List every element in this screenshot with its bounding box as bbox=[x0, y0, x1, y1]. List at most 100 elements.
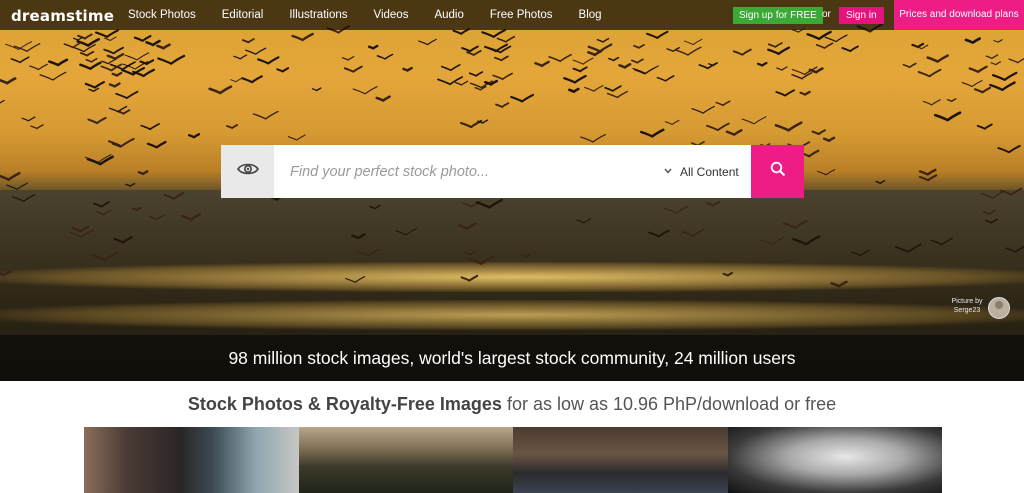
bird-silhouette bbox=[343, 65, 363, 73]
bird-silhouette bbox=[311, 87, 322, 92]
bird-silhouette bbox=[85, 57, 98, 63]
top-navigation: dreamstime Stock Photos Editorial Illust… bbox=[0, 0, 1024, 30]
bird-silhouette bbox=[369, 204, 381, 210]
bird-silhouette bbox=[287, 134, 306, 141]
featured-image-woman-sunglasses[interactable] bbox=[84, 427, 299, 493]
bird-silhouette bbox=[493, 55, 509, 62]
bird-silhouette bbox=[402, 66, 413, 72]
nav-blog[interactable]: Blog bbox=[579, 9, 602, 21]
bird-silhouette bbox=[92, 252, 118, 262]
visual-search-button[interactable] bbox=[221, 145, 274, 198]
bird-silhouette bbox=[63, 41, 83, 49]
bird-silhouette bbox=[706, 122, 730, 132]
bird-silhouette bbox=[208, 85, 233, 95]
nav-videos[interactable]: Videos bbox=[374, 9, 409, 21]
bird-silhouette bbox=[774, 121, 803, 132]
nav-illustrations[interactable]: Illustrations bbox=[289, 9, 347, 21]
bird-silhouette bbox=[990, 61, 1002, 66]
bird-silhouette bbox=[534, 60, 550, 68]
bird-silhouette bbox=[30, 124, 44, 130]
bird-silhouette bbox=[572, 66, 588, 73]
bird-silhouette bbox=[993, 39, 1003, 43]
nav-free-photos[interactable]: Free Photos bbox=[490, 9, 553, 21]
bird-silhouette bbox=[163, 192, 185, 200]
bird-silhouette bbox=[133, 35, 152, 43]
bird-silhouette bbox=[776, 66, 788, 71]
bird-silhouette bbox=[460, 274, 479, 282]
bird-silhouette bbox=[991, 71, 1018, 82]
bird-silhouette bbox=[775, 89, 796, 97]
search-bar: All Content bbox=[221, 145, 804, 198]
bird-silhouette bbox=[608, 56, 620, 62]
bird-silhouette bbox=[10, 56, 30, 64]
bird-silhouette bbox=[345, 276, 366, 283]
bird-silhouette bbox=[997, 144, 1021, 154]
bird-silhouette bbox=[356, 248, 380, 257]
nav-editorial[interactable]: Editorial bbox=[222, 9, 264, 21]
nav-audio[interactable]: Audio bbox=[434, 9, 463, 21]
bird-silhouette bbox=[39, 71, 67, 81]
bird-silhouette bbox=[157, 54, 186, 65]
bird-silhouette bbox=[375, 95, 391, 102]
bird-silhouette bbox=[980, 190, 1005, 199]
search-icon bbox=[770, 161, 786, 182]
bird-silhouette bbox=[822, 136, 836, 143]
bird-silhouette bbox=[395, 228, 417, 236]
bird-silhouette bbox=[1008, 58, 1024, 64]
search-button[interactable] bbox=[751, 145, 804, 198]
hero-caption: 98 million stock images, world's largest… bbox=[228, 348, 796, 368]
bird-silhouette bbox=[72, 36, 84, 41]
bird-silhouette bbox=[985, 54, 999, 60]
bird-silhouette bbox=[241, 38, 255, 44]
featured-image-music-studio[interactable] bbox=[513, 427, 728, 493]
main-nav: Stock Photos Editorial Illustrations Vid… bbox=[128, 0, 628, 30]
bird-silhouette bbox=[0, 270, 12, 277]
bird-silhouette bbox=[817, 169, 836, 176]
bird-silhouette bbox=[257, 56, 280, 65]
bird-silhouette bbox=[656, 75, 675, 82]
bird-silhouette bbox=[815, 42, 834, 49]
bird-silhouette bbox=[732, 48, 752, 56]
bird-silhouette bbox=[830, 280, 848, 288]
bird-silhouette bbox=[352, 86, 378, 95]
bird-silhouette bbox=[563, 74, 587, 84]
featured-images bbox=[84, 427, 942, 493]
bird-silhouette bbox=[77, 33, 93, 40]
eye-icon bbox=[236, 162, 259, 181]
bird-silhouette bbox=[101, 59, 115, 65]
bird-silhouette bbox=[29, 63, 48, 71]
logo-text: dreamstime bbox=[11, 7, 115, 25]
bird-silhouette bbox=[92, 201, 110, 208]
bird-silhouette bbox=[946, 98, 957, 103]
bird-silhouette bbox=[71, 225, 90, 233]
bird-silhouette bbox=[291, 32, 314, 42]
bird-silhouette bbox=[725, 129, 743, 137]
bird-silhouette bbox=[741, 116, 767, 125]
bird-silhouette bbox=[481, 28, 507, 39]
photographer-avatar[interactable] bbox=[988, 297, 1010, 319]
bird-silhouette bbox=[103, 46, 124, 55]
bird-silhouette bbox=[902, 62, 917, 69]
signin-button[interactable]: Sign in bbox=[839, 7, 884, 24]
content-type-select[interactable]: All Content bbox=[658, 145, 751, 198]
search-input[interactable] bbox=[274, 145, 658, 198]
bird-silhouette bbox=[683, 38, 703, 46]
bird-silhouette bbox=[108, 137, 135, 148]
or-separator: or bbox=[822, 9, 831, 20]
featured-image-woman-hair-bw[interactable] bbox=[727, 427, 942, 493]
featured-image-misty-forest[interactable] bbox=[298, 427, 513, 493]
bird-silhouette bbox=[851, 249, 870, 257]
nav-stock-photos[interactable]: Stock Photos bbox=[128, 9, 196, 21]
signup-button[interactable]: Sign up for FREE bbox=[733, 7, 823, 24]
dreamstime-logo[interactable]: dreamstime bbox=[11, 7, 114, 25]
bird-silhouette bbox=[875, 179, 886, 185]
bird-silhouette bbox=[918, 174, 938, 182]
bird-silhouette bbox=[454, 80, 469, 86]
bird-silhouette bbox=[930, 237, 954, 246]
prices-plans-button[interactable]: Prices and download plans bbox=[894, 0, 1024, 30]
bird-silhouette bbox=[441, 64, 461, 72]
bird-silhouette bbox=[824, 34, 848, 43]
bird-silhouette bbox=[894, 243, 922, 253]
bird-silhouette bbox=[132, 68, 156, 78]
bird-silhouette bbox=[722, 271, 734, 277]
